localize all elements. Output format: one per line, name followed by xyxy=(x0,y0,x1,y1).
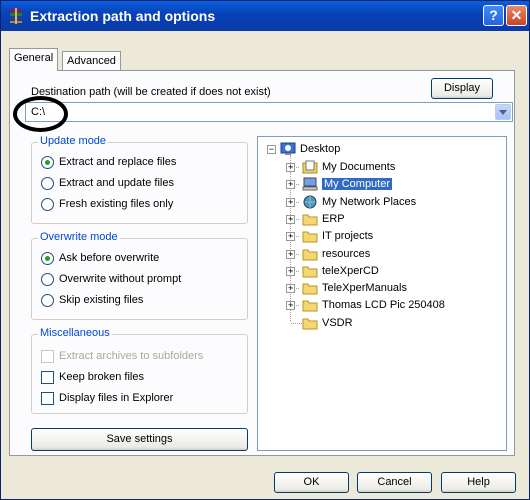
checkbox xyxy=(41,349,54,363)
display-button[interactable]: Display xyxy=(431,78,493,99)
radio-extract-replace[interactable]: Extract and replace files xyxy=(41,154,176,170)
update-mode-group: Update mode Extract and replace files Ex… xyxy=(31,135,248,224)
tree-line xyxy=(291,288,299,290)
help-button[interactable]: Help xyxy=(441,472,516,493)
desktop-icon xyxy=(280,142,296,155)
folder-icon xyxy=(302,300,318,312)
folder-icon xyxy=(302,214,318,226)
tree-node-my-network-places[interactable]: My Network Places xyxy=(302,194,416,210)
tree-node-label: Desktop xyxy=(300,143,341,155)
close-button[interactable]: ✕ xyxy=(506,5,527,26)
window-title: Extraction path and options xyxy=(30,8,216,24)
tree-node-label: IT projects xyxy=(322,230,374,243)
radio-button[interactable] xyxy=(41,176,54,190)
winrar-app-icon xyxy=(10,8,22,24)
tree-node-label: resources xyxy=(322,247,371,260)
radio-extract-update[interactable]: Extract and update files xyxy=(41,175,174,191)
miscellaneous-group: Miscellaneous Extract archives to subfol… xyxy=(31,327,248,414)
title-bar[interactable]: Extraction path and options ? ✕ xyxy=(1,1,529,31)
tree-node-erp[interactable]: ERP xyxy=(302,211,345,227)
chevron-down-icon[interactable] xyxy=(495,104,511,120)
folder-icon xyxy=(302,266,318,278)
tree-line xyxy=(291,305,299,307)
network-places-icon xyxy=(303,195,317,209)
tree-node-telexpermanuals[interactable]: TeleXperManuals xyxy=(302,280,407,296)
miscellaneous-title: Miscellaneous xyxy=(38,327,112,339)
tree-node-label: My Documents xyxy=(322,161,396,173)
radio-overwrite-without-prompt[interactable]: Overwrite without prompt xyxy=(41,271,181,287)
radio-button[interactable] xyxy=(41,293,54,307)
radio-fresh-existing[interactable]: Fresh existing files only xyxy=(41,196,173,212)
radio-button[interactable] xyxy=(41,197,54,211)
folder-tree[interactable]: − Desktop + My Documents + My Computer + My N… xyxy=(257,136,507,451)
tree-line xyxy=(291,322,302,324)
overwrite-mode-title: Overwrite mode xyxy=(38,231,120,243)
save-settings-button[interactable]: Save settings xyxy=(31,428,248,451)
my-computer-icon xyxy=(302,177,318,191)
radio-label: Ask before overwrite xyxy=(59,252,160,264)
radio-label: Overwrite without prompt xyxy=(59,273,182,285)
update-mode-title: Update mode xyxy=(38,135,109,147)
checkbox-extract-to-subfolders: Extract archives to subfolders xyxy=(41,348,203,364)
radio-ask-before-overwrite[interactable]: Ask before overwrite xyxy=(41,250,159,266)
tree-node-my-documents[interactable]: My Documents xyxy=(302,159,395,175)
checkbox-label: Extract archives to subfolders xyxy=(59,350,204,362)
folder-icon xyxy=(302,231,318,243)
tree-node-label: My Computer xyxy=(322,178,393,191)
tree-node-label: Thomas LCD Pic 250408 xyxy=(322,299,445,312)
tree-line xyxy=(291,218,299,220)
checkbox-keep-broken-files[interactable]: Keep broken files xyxy=(41,369,144,385)
checkbox[interactable] xyxy=(41,370,54,384)
collapse-toggle[interactable]: − xyxy=(267,145,276,154)
checkbox-label: Display files in Explorer xyxy=(59,392,174,404)
tree-line xyxy=(291,270,299,272)
tab-general[interactable]: General xyxy=(9,48,59,71)
tree-line xyxy=(291,184,299,186)
overwrite-mode-group: Overwrite mode Ask before overwrite Over… xyxy=(31,231,248,320)
folder-icon xyxy=(302,283,318,295)
destination-path-combo[interactable] xyxy=(25,102,513,122)
my-documents-icon xyxy=(302,160,318,174)
tree-line xyxy=(291,201,299,203)
tree-node-telexpercd[interactable]: teleXperCD xyxy=(302,263,379,279)
tree-node-my-computer[interactable]: My Computer xyxy=(302,176,393,192)
radio-label: Extract and update files xyxy=(59,177,174,189)
tree-node-resources[interactable]: resources xyxy=(302,246,370,262)
tab-advanced[interactable]: Advanced xyxy=(62,51,121,70)
tree-node-it-projects[interactable]: IT projects xyxy=(302,228,373,244)
checkbox[interactable] xyxy=(41,391,54,405)
tree-line xyxy=(291,167,299,168)
checkbox-label: Keep broken files xyxy=(59,371,144,383)
tree-node-label: TeleXperManuals xyxy=(322,282,407,295)
highlight-circle xyxy=(13,96,68,132)
tree-node-label: VSDR xyxy=(322,316,353,329)
title-help-button[interactable]: ? xyxy=(483,5,504,26)
tree-node-label: teleXperCD xyxy=(322,264,379,277)
radio-skip-existing[interactable]: Skip existing files xyxy=(41,292,143,308)
tree-node-desktop[interactable]: Desktop xyxy=(280,141,340,157)
folder-icon xyxy=(302,318,318,330)
ok-button[interactable]: OK xyxy=(274,472,349,493)
folder-icon xyxy=(302,249,318,260)
tree-node-vsdr[interactable]: VSDR xyxy=(302,315,353,331)
radio-label: Fresh existing files only xyxy=(59,198,174,210)
tree-node-label: ERP xyxy=(322,212,345,225)
tree-node-thomas-lcd-pic-250408[interactable]: Thomas LCD Pic 250408 xyxy=(302,297,445,313)
destination-path-input[interactable] xyxy=(31,104,491,120)
radio-label: Extract and replace files xyxy=(59,156,177,168)
tree-node-label: My Network Places xyxy=(322,195,417,208)
cancel-button[interactable]: Cancel xyxy=(357,472,432,493)
tree-line xyxy=(291,253,299,255)
radio-label: Skip existing files xyxy=(59,294,144,306)
tree-line xyxy=(291,236,299,238)
radio-button[interactable] xyxy=(41,251,54,265)
checkbox-display-in-explorer[interactable]: Display files in Explorer xyxy=(41,390,173,406)
destination-label: Destination path (will be created if doe… xyxy=(31,86,271,98)
dialog-window: Extraction path and options ? ✕ General … xyxy=(0,0,530,500)
radio-button[interactable] xyxy=(41,155,54,169)
radio-button[interactable] xyxy=(41,272,54,286)
